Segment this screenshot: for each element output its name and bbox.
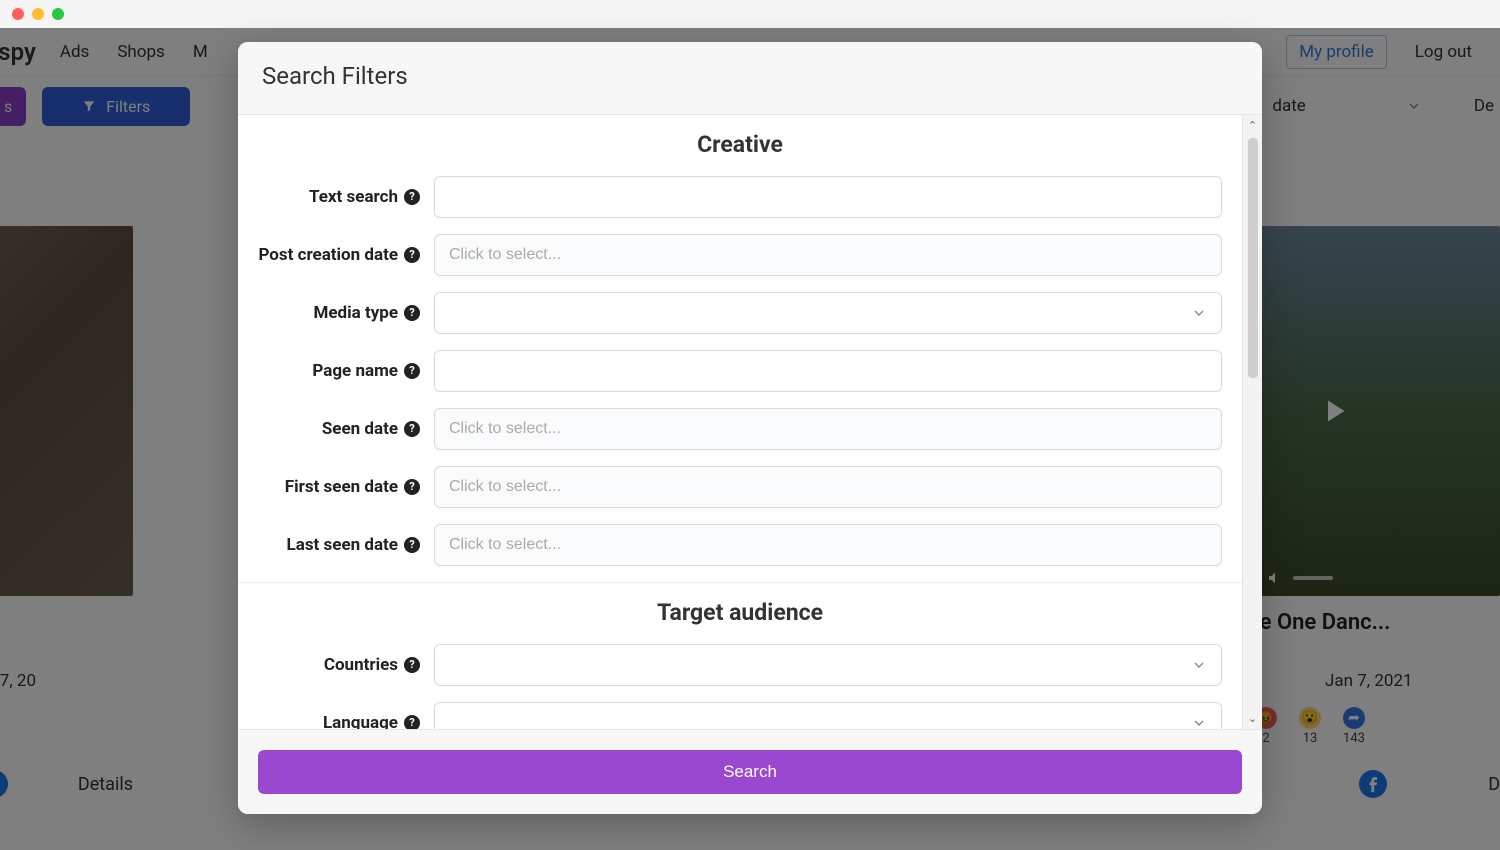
- search-filters-modal: Search Filters Creative Text search ? Po…: [238, 42, 1262, 814]
- window-minimize-button[interactable]: [32, 8, 44, 20]
- scroll-down-arrow[interactable]: ⌄: [1248, 708, 1257, 729]
- scroll-thumb[interactable]: [1248, 138, 1258, 378]
- help-icon[interactable]: ?: [404, 421, 420, 437]
- label-text-search: Text search ?: [258, 186, 434, 208]
- input-first-seen-date[interactable]: [434, 466, 1222, 508]
- select-language[interactable]: [434, 702, 1222, 729]
- input-page-name[interactable]: [434, 350, 1222, 392]
- label-countries: Countries ?: [258, 654, 434, 676]
- window-maximize-button[interactable]: [52, 8, 64, 20]
- help-icon[interactable]: ?: [404, 305, 420, 321]
- modal-footer: Search: [238, 729, 1262, 814]
- chevron-down-icon: [1191, 305, 1207, 321]
- scroll-track[interactable]: [1248, 138, 1258, 706]
- help-icon[interactable]: ?: [404, 537, 420, 553]
- help-icon[interactable]: ?: [404, 479, 420, 495]
- chevron-down-icon: [1191, 657, 1207, 673]
- label-language: Language ?: [258, 712, 434, 729]
- search-button[interactable]: Search: [258, 750, 1242, 794]
- select-countries[interactable]: [434, 644, 1222, 686]
- label-last-seen-date: Last seen date ?: [258, 534, 434, 556]
- select-media-type[interactable]: [434, 292, 1222, 334]
- modal-body: Creative Text search ? Post creation dat…: [238, 115, 1242, 729]
- help-icon[interactable]: ?: [404, 189, 420, 205]
- help-icon[interactable]: ?: [404, 657, 420, 673]
- modal-title: Search Filters: [238, 42, 1262, 115]
- section-creative-title: Creative: [238, 115, 1242, 176]
- label-page-name: Page name ?: [258, 360, 434, 382]
- window-chrome: [0, 0, 1500, 28]
- input-post-creation-date[interactable]: [434, 234, 1222, 276]
- help-icon[interactable]: ?: [404, 363, 420, 379]
- chevron-down-icon: [1191, 715, 1207, 729]
- modal-overlay[interactable]: Search Filters Creative Text search ? Po…: [0, 28, 1500, 850]
- section-audience-title: Target audience: [238, 583, 1242, 644]
- input-last-seen-date[interactable]: [434, 524, 1222, 566]
- input-seen-date[interactable]: [434, 408, 1222, 450]
- input-text-search[interactable]: [434, 176, 1222, 218]
- help-icon[interactable]: ?: [404, 715, 420, 729]
- label-first-seen-date: First seen date ?: [258, 476, 434, 498]
- modal-scrollbar[interactable]: ⌃ ⌄: [1242, 115, 1262, 729]
- label-media-type: Media type ?: [258, 302, 434, 324]
- label-post-creation-date: Post creation date ?: [258, 244, 434, 266]
- window-close-button[interactable]: [12, 8, 24, 20]
- label-seen-date: Seen date ?: [258, 418, 434, 440]
- help-icon[interactable]: ?: [404, 247, 420, 263]
- scroll-up-arrow[interactable]: ⌃: [1248, 115, 1257, 136]
